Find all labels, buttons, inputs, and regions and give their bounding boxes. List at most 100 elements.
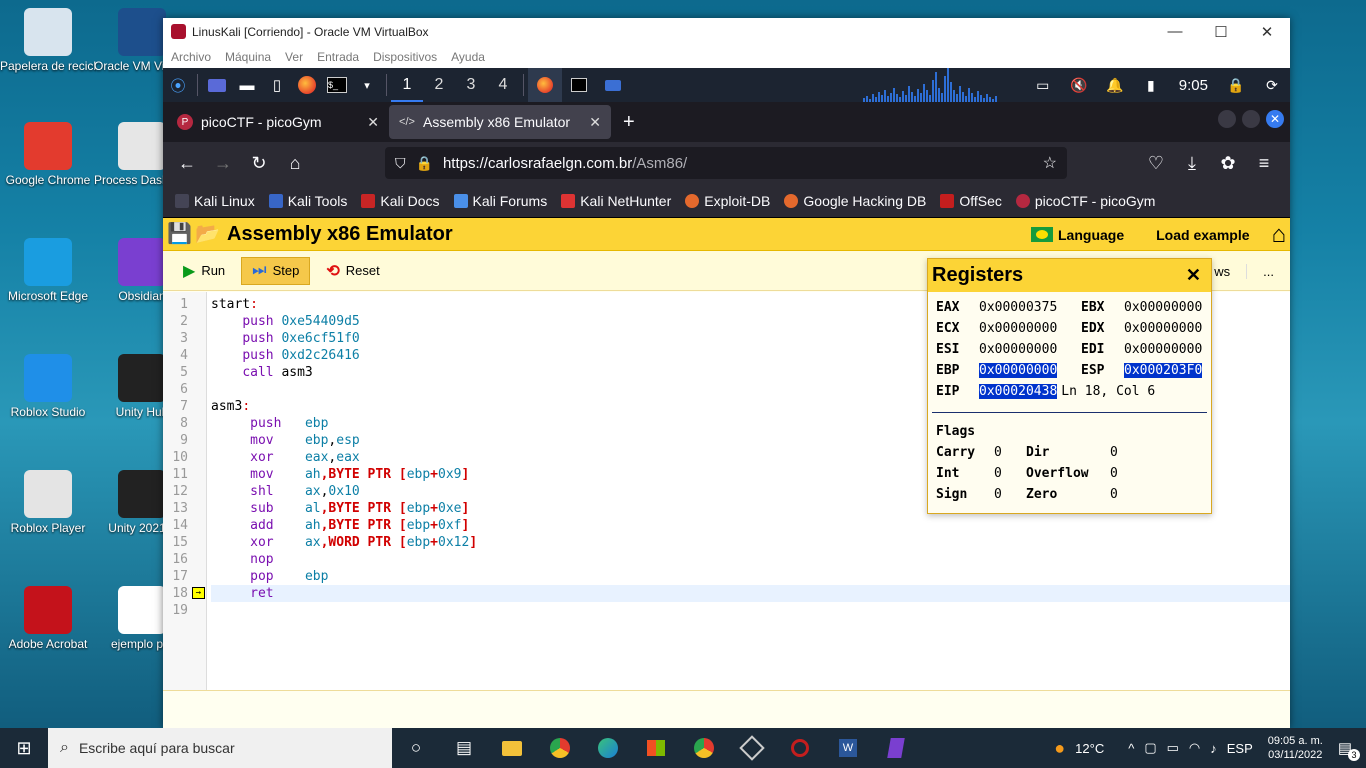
workspace-1[interactable]: 1 xyxy=(391,68,423,102)
chevron-down-icon[interactable]: ▾ xyxy=(352,68,382,102)
folder-window-icon[interactable] xyxy=(596,68,630,102)
virtualbox-titlebar[interactable]: LinusKali [Corriendo] - Oracle VM Virtua… xyxy=(163,18,1290,45)
volume-icon[interactable]: ♪ xyxy=(1205,741,1222,756)
bookmark-exploit-db[interactable]: Exploit-DB xyxy=(685,193,770,209)
close-icon[interactable]: ✕ xyxy=(589,114,601,131)
workspace-2[interactable]: 2 xyxy=(423,68,455,102)
battery-icon[interactable]: ▭ xyxy=(1162,740,1184,756)
notification-bell-icon[interactable]: 🔔 xyxy=(1097,77,1133,94)
search-box[interactable]: ⌕ Escribe aquí para buscar xyxy=(48,728,392,768)
open-folder-icon[interactable]: 📂 xyxy=(195,222,220,246)
battery-icon[interactable]: ▮ xyxy=(1133,77,1169,94)
save-icon[interactable]: 💾 xyxy=(167,222,192,246)
menu-ver[interactable]: Ver xyxy=(285,50,303,64)
file-explorer-icon[interactable] xyxy=(488,728,536,768)
shield-icon[interactable]: ⛉ xyxy=(395,155,406,172)
menu-entrada[interactable]: Entrada xyxy=(317,50,359,64)
code-line-current[interactable]: ret xyxy=(211,585,1290,602)
code-line[interactable]: pop ebp xyxy=(211,568,1290,585)
notifications-icon[interactable]: ▤ 3 xyxy=(1333,739,1366,761)
menu-dispositivos[interactable]: Dispositivos xyxy=(373,50,437,64)
bookmark-kali-linux[interactable]: Kali Linux xyxy=(175,193,255,209)
bookmark-kali-tools[interactable]: Kali Tools xyxy=(268,193,347,209)
close-icon[interactable]: ✕ xyxy=(1266,110,1284,128)
firefox-window-icon[interactable] xyxy=(528,68,562,102)
kali-menu-icon[interactable]: ⦿ xyxy=(163,68,193,102)
load-example-button[interactable]: Load example xyxy=(1140,227,1265,243)
desktop-icon[interactable]: Microsoft Edge xyxy=(0,238,96,304)
word-icon[interactable]: W xyxy=(824,728,872,768)
url-bar[interactable]: ⛉ 🔒 https://carlosrafaelgn.com.br/Asm86/… xyxy=(385,147,1067,179)
code-line[interactable]: xor ax,WORD PTR [ebp+0x12] xyxy=(211,534,1290,551)
tab-picoctf[interactable]: P picoCTF - picoGym ✕ xyxy=(167,105,389,139)
workspace-4[interactable]: 4 xyxy=(487,68,519,102)
lock-icon[interactable]: 🔒 xyxy=(1218,77,1254,94)
minimize-icon[interactable] xyxy=(1218,110,1236,128)
downloads-icon[interactable]: ⤓ xyxy=(1174,153,1210,174)
lock-icon[interactable]: 🔒 xyxy=(416,155,433,172)
maximize-button[interactable]: ☐ xyxy=(1198,23,1244,41)
code-line[interactable]: nop xyxy=(211,551,1290,568)
close-icon[interactable]: ✕ xyxy=(367,114,379,131)
chrome-profile-icon[interactable] xyxy=(680,728,728,768)
panel-clock[interactable]: 9:05 xyxy=(1169,77,1218,94)
obsidian-taskbar-icon[interactable] xyxy=(872,728,920,768)
pocket-icon[interactable]: ♡ xyxy=(1138,153,1174,174)
reload-icon[interactable]: ↻ xyxy=(241,153,277,174)
show-desktop-icon[interactable] xyxy=(202,68,232,102)
reset-button[interactable]: ⟲ Reset xyxy=(316,257,389,285)
firefox-icon[interactable] xyxy=(292,68,322,102)
language-button[interactable]: Language xyxy=(1058,227,1140,243)
back-icon[interactable]: ← xyxy=(169,153,205,174)
workspace-3[interactable]: 3 xyxy=(455,68,487,102)
more-button[interactable]: ... xyxy=(1246,263,1290,279)
bookmark-picoctf[interactable]: picoCTF - picoGym xyxy=(1015,193,1155,209)
temperature[interactable]: 12°C xyxy=(1070,741,1109,756)
menu-maquina[interactable]: Máquina xyxy=(225,50,271,64)
chrome-icon[interactable] xyxy=(536,728,584,768)
terminal-window-icon[interactable] xyxy=(562,68,596,102)
extensions-icon[interactable]: ✿ xyxy=(1210,153,1246,174)
input-language[interactable]: ESP xyxy=(1222,741,1258,756)
chevron-up-icon[interactable]: ^ xyxy=(1123,741,1139,756)
close-button[interactable]: ✕ xyxy=(1244,23,1290,41)
weather-icon[interactable]: ● xyxy=(1049,738,1070,759)
new-tab-icon[interactable]: + xyxy=(611,111,647,134)
edge-icon[interactable] xyxy=(584,728,632,768)
close-icon[interactable]: ✕ xyxy=(1186,265,1207,286)
home-icon[interactable]: ⌂ xyxy=(1266,221,1291,249)
wifi-icon[interactable]: ◠ xyxy=(1184,740,1205,756)
cortana-icon[interactable]: ○ xyxy=(392,728,440,768)
bookmark-star-icon[interactable]: ☆ xyxy=(1043,153,1057,173)
network-adapter-icon[interactable]: ▢ xyxy=(1139,740,1161,756)
taskbar-clock[interactable]: 09:05 a. m. 03/11/2022 xyxy=(1258,734,1333,762)
task-view-icon[interactable]: ▤ xyxy=(440,728,488,768)
terminal-icon[interactable]: $_ xyxy=(322,68,352,102)
menu-ayuda[interactable]: Ayuda xyxy=(451,50,485,64)
windows-start-icon[interactable]: ⊞ xyxy=(0,728,48,768)
desktop-icon[interactable]: Roblox Studio xyxy=(0,354,96,420)
bookmark-google-hacking-db[interactable]: Google Hacking DB xyxy=(784,193,926,209)
desktop-icon[interactable]: Roblox Player xyxy=(0,470,96,536)
tab-assembly-emulator[interactable]: </> Assembly x86 Emulator ✕ xyxy=(389,105,611,139)
desktop-icon[interactable]: Papelera de reciclaje xyxy=(0,8,96,74)
desktop-icon[interactable]: Adobe Acrobat xyxy=(0,586,96,652)
power-icon[interactable]: ⟳ xyxy=(1254,77,1290,94)
maximize-icon[interactable] xyxy=(1242,110,1260,128)
home-icon[interactable]: ⌂ xyxy=(277,153,313,174)
hamburger-menu-icon[interactable]: ≡ xyxy=(1246,153,1282,174)
text-editor-icon[interactable]: ▯ xyxy=(262,68,292,102)
file-manager-icon[interactable]: ▬ xyxy=(232,68,262,102)
store-icon[interactable] xyxy=(632,728,680,768)
virtualbox-taskbar-icon[interactable] xyxy=(728,728,776,768)
bookmark-offsec[interactable]: OffSec xyxy=(940,193,1002,209)
code-line[interactable] xyxy=(211,602,1290,619)
bookmark-kali-forums[interactable]: Kali Forums xyxy=(453,193,547,209)
mute-icon[interactable]: 🔇 xyxy=(1061,77,1097,94)
registers-header[interactable]: Registers ✕ xyxy=(928,259,1211,292)
process-dashboard-taskbar-icon[interactable] xyxy=(776,728,824,768)
bookmark-kali-nethunter[interactable]: Kali NetHunter xyxy=(561,193,671,209)
menu-archivo[interactable]: Archivo xyxy=(171,50,211,64)
bookmark-kali-docs[interactable]: Kali Docs xyxy=(361,193,440,209)
run-button[interactable]: ▶ Run xyxy=(173,257,235,285)
